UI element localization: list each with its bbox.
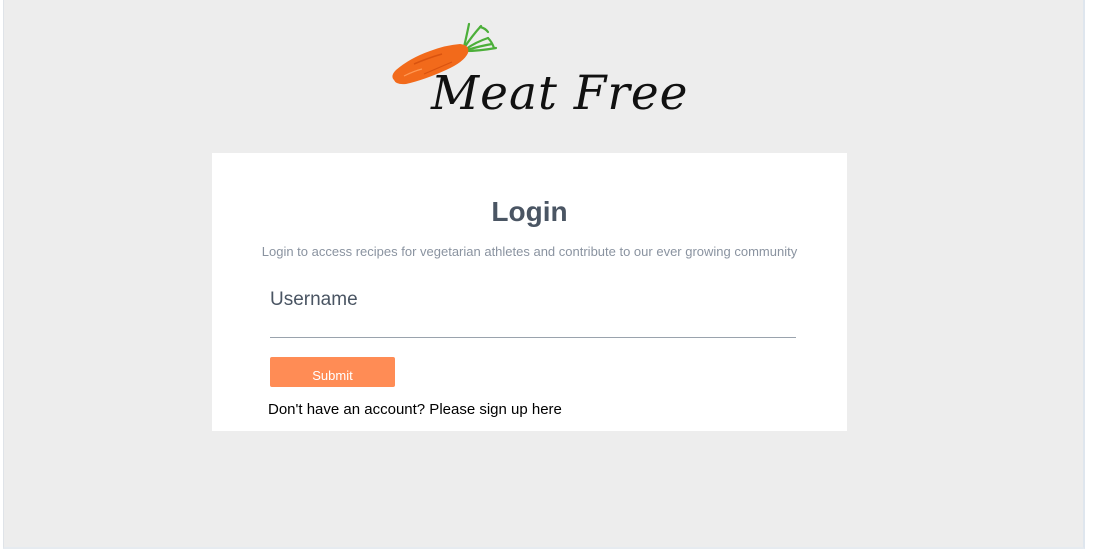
brand-logo: Meat Free xyxy=(384,18,688,136)
page-title: Login xyxy=(491,196,568,227)
login-card: Login Login to access recipes for vegeta… xyxy=(212,153,847,431)
submit-button[interactable]: Submit xyxy=(270,357,395,387)
username-input[interactable] xyxy=(270,313,796,338)
page-subtitle: Login to access recipes for vegetarian a… xyxy=(261,244,798,259)
brand-name: Meat Free xyxy=(431,66,689,121)
signup-link[interactable]: Don't have an account? Please sign up he… xyxy=(268,400,562,420)
page-viewport: Meat Free Login Login to access recipes … xyxy=(3,0,1085,549)
username-label: Username xyxy=(270,289,358,310)
